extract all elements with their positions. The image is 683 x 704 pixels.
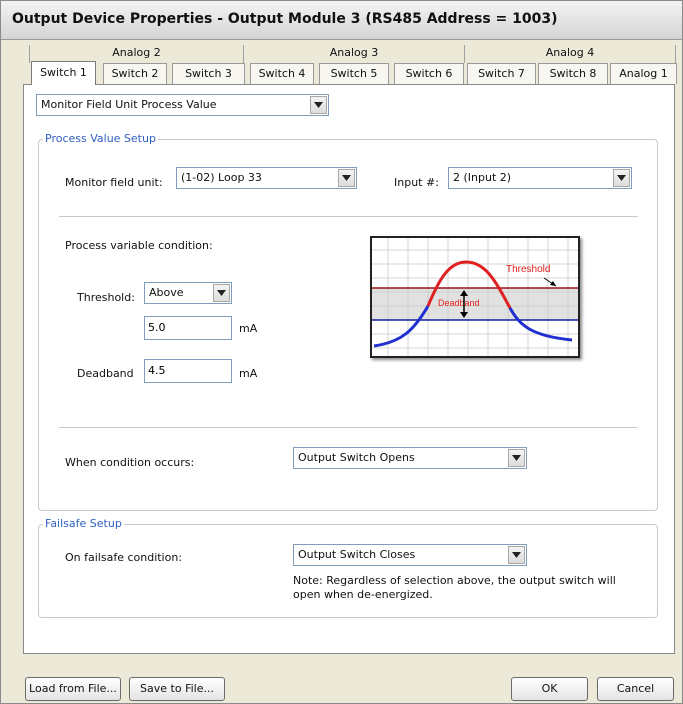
ok-button[interactable]: OK	[511, 677, 588, 701]
threshold-value-input[interactable]: 5.0	[144, 316, 232, 340]
chevron-down-icon[interactable]	[338, 169, 355, 187]
tab-switch-8[interactable]: Switch 8	[538, 63, 608, 84]
tab-switch-3[interactable]: Switch 3	[172, 63, 245, 84]
failsafe-condition-label: On failsafe condition:	[65, 551, 183, 564]
divider	[59, 216, 638, 217]
tab-label: Switch 6	[405, 67, 453, 80]
deadband-unit: mA	[239, 367, 258, 380]
failsafe-condition-value: Output Switch Closes	[298, 548, 416, 561]
threshold-deadband-diagram: Threshold Deadband	[370, 236, 580, 358]
tab-label: Analog 2	[112, 46, 161, 59]
deadband-value-text: 4.5	[148, 364, 166, 377]
tab-label: Switch 4	[258, 67, 306, 80]
when-condition-value: Output Switch Opens	[298, 451, 415, 464]
input-number-select[interactable]: 2 (Input 2)	[448, 167, 632, 189]
properties-window: Output Device Properties - Output Module…	[0, 0, 683, 704]
window-title: Output Device Properties - Output Module…	[12, 11, 558, 27]
threshold-unit: mA	[239, 322, 258, 335]
divider	[59, 427, 638, 428]
threshold-mode-value: Above	[149, 286, 184, 299]
tab-label: Analog 3	[329, 46, 379, 59]
tab-switch-1[interactable]: Switch 1	[31, 61, 96, 85]
tab-label: Switch 8	[549, 67, 597, 80]
threshold-text: Threshold	[506, 264, 550, 275]
input-number-value: 2 (Input 2)	[453, 171, 512, 184]
threshold-mode-select[interactable]: Above	[144, 282, 232, 304]
deadband-text: Deadband	[438, 298, 480, 308]
tab-switch-4[interactable]: Switch 4	[250, 63, 314, 84]
tab-label: Switch 5	[330, 67, 378, 80]
monitor-field-unit-label: Monitor field unit:	[65, 176, 163, 189]
tab-switch-6[interactable]: Switch 6	[394, 63, 464, 84]
tab-analog-3[interactable]: Analog 3	[243, 45, 464, 63]
tab-analog-1[interactable]: Analog 1	[610, 63, 677, 84]
monitor-field-unit-select[interactable]: (1-02) Loop 33	[176, 167, 357, 189]
chevron-down-icon[interactable]	[613, 169, 630, 187]
threshold-label: Threshold:	[77, 291, 135, 304]
mode-select[interactable]: Monitor Field Unit Process Value	[36, 94, 329, 116]
chevron-down-icon[interactable]	[310, 96, 327, 114]
chevron-down-icon[interactable]	[508, 546, 525, 564]
when-condition-label: When condition occurs:	[65, 456, 195, 469]
save-to-file-button[interactable]: Save to File...	[129, 677, 225, 701]
tab-label: Analog 4	[545, 46, 595, 59]
mode-select-value: Monitor Field Unit Process Value	[41, 98, 217, 111]
tab-switch-7[interactable]: Switch 7	[467, 63, 536, 84]
monitor-field-unit-value: (1-02) Loop 33	[181, 171, 262, 184]
input-number-label: Input #:	[394, 176, 439, 189]
tab-analog-4[interactable]: Analog 4	[464, 45, 676, 63]
failsafe-note-line-2: open when de-energized.	[293, 588, 433, 601]
chevron-down-icon[interactable]	[213, 284, 230, 302]
deadband-value-input[interactable]: 4.5	[144, 359, 232, 383]
tab-label: Switch 1	[40, 66, 87, 79]
tab-switch-2[interactable]: Switch 2	[103, 63, 167, 84]
arrow-icon	[550, 281, 556, 286]
cancel-button[interactable]: Cancel	[597, 677, 674, 701]
tab-label: Switch 7	[478, 67, 525, 80]
failsafe-setup-title: Failsafe Setup	[43, 517, 124, 530]
process-value-setup-title: Process Value Setup	[43, 132, 158, 145]
failsafe-note-line-1: Note: Regardless of selection above, the…	[293, 574, 616, 587]
when-condition-select[interactable]: Output Switch Opens	[293, 447, 527, 469]
title-bar: Output Device Properties - Output Module…	[1, 1, 682, 40]
failsafe-condition-select[interactable]: Output Switch Closes	[293, 544, 527, 566]
tab-label: Switch 2	[111, 67, 159, 80]
deadband-label: Deadband	[77, 367, 134, 380]
load-from-file-button[interactable]: Load from File...	[25, 677, 121, 701]
tab-label: Switch 3	[185, 67, 232, 80]
failsafe-setup-group	[38, 524, 658, 618]
diagram-svg: Threshold Deadband	[372, 238, 578, 356]
tab-switch-5[interactable]: Switch 5	[319, 63, 389, 84]
chevron-down-icon[interactable]	[508, 449, 525, 467]
tab-label: Analog 1	[619, 67, 668, 80]
threshold-value-text: 5.0	[148, 321, 166, 334]
process-variable-condition-label: Process variable condition:	[65, 239, 213, 252]
